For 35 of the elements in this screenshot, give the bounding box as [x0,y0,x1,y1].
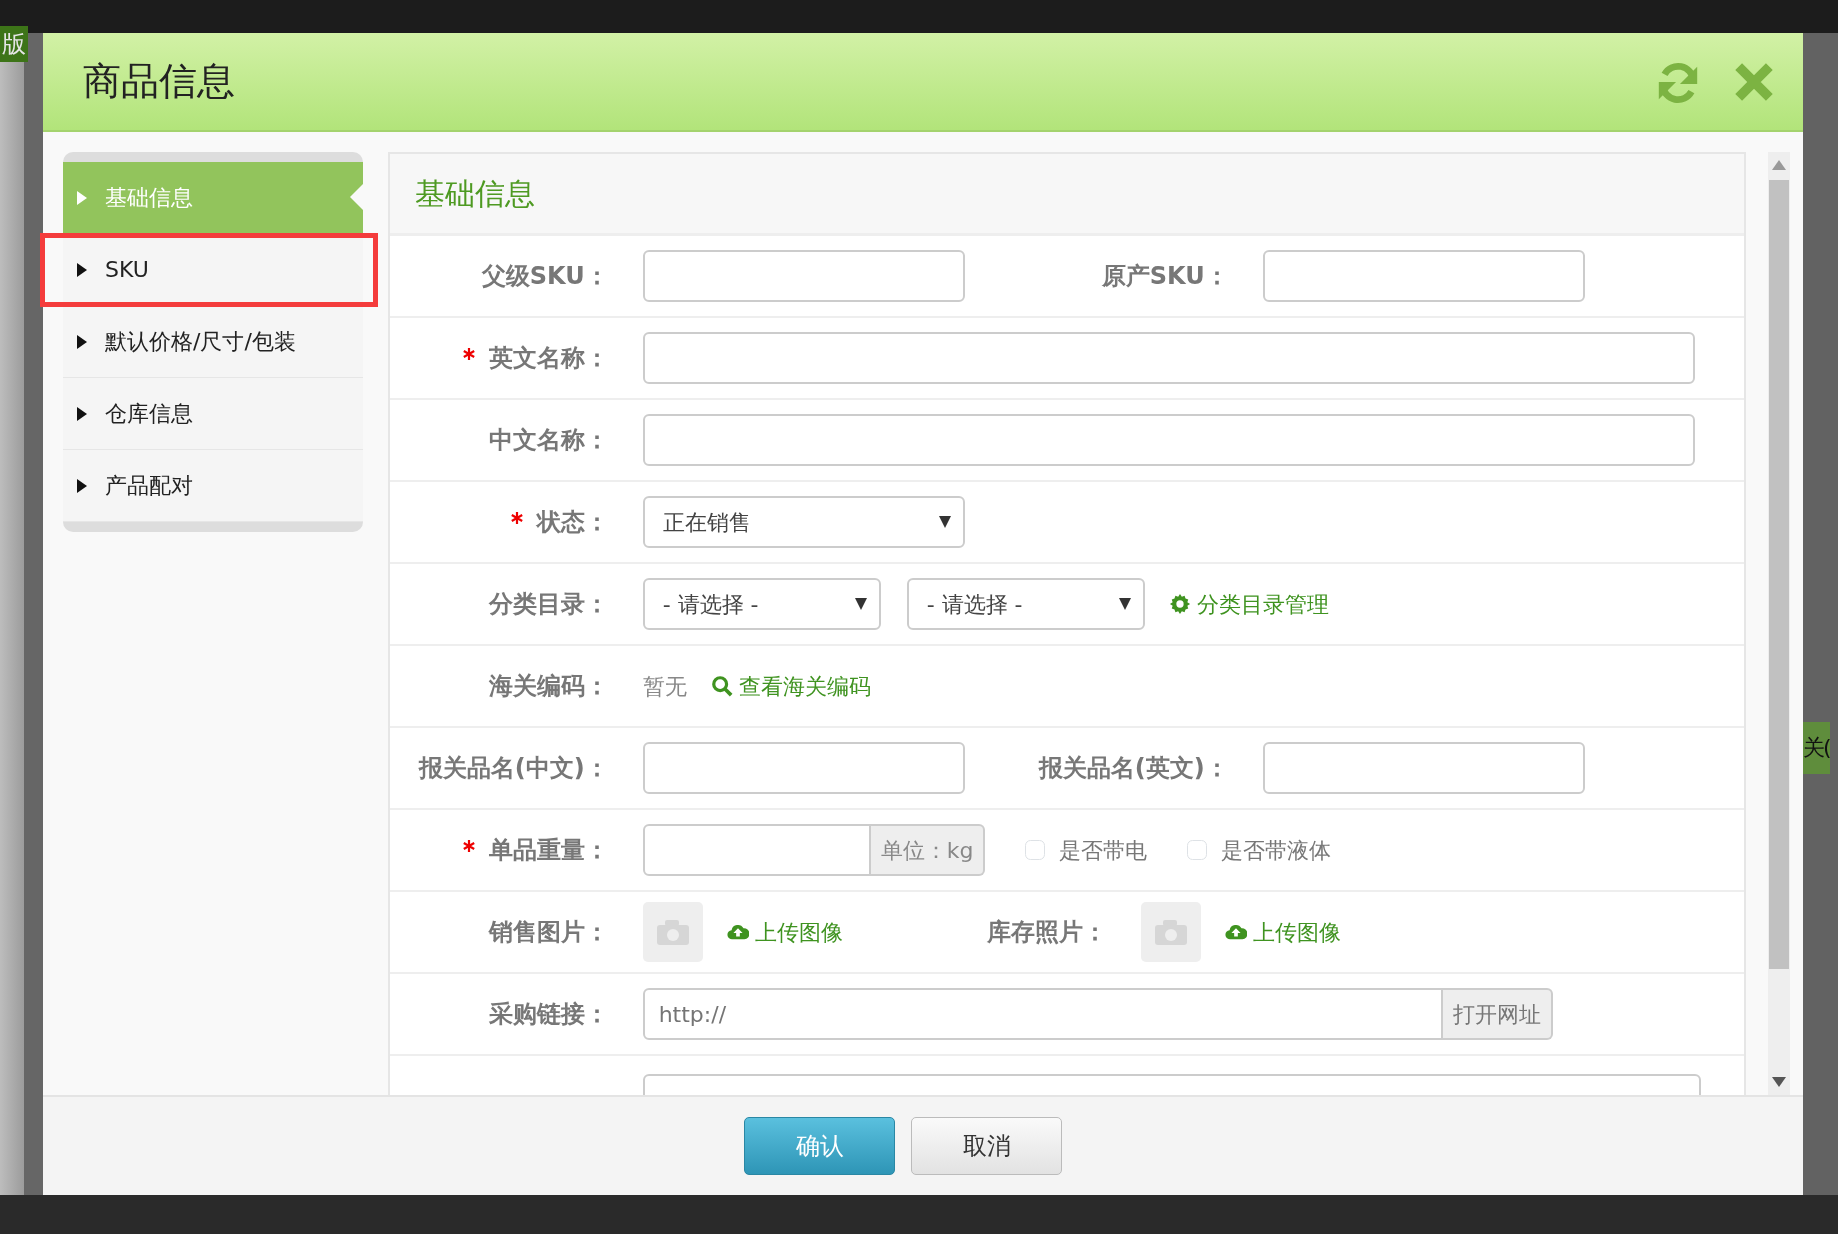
field-label: 销售图片： [488,917,609,948]
select-field[interactable]: 正在销售 [642,496,965,548]
nav-item[interactable]: SKU [63,234,363,306]
open-url-button[interactable]: 打开网址 [1442,988,1553,1040]
nav-item[interactable]: 默认价格/尺寸/包装 [63,306,363,378]
checkbox-label: 是否带电 [1059,836,1148,865]
field-label: 中文名称： [488,425,609,456]
field-value: 暂无 [642,672,687,701]
dialog-title: 商品信息 [83,58,236,105]
field-label: 父级SKU： [481,261,609,292]
section-title: 基础信息 [414,175,535,212]
field-label: 报关品名(英文)： [1038,753,1229,784]
field-label: 原产SKU： [1101,261,1229,292]
field-label: 报关品名(中文)： [418,753,609,784]
select-field[interactable]: - 请选择 - [642,578,881,630]
unit-addon: 单位：kg [870,824,986,876]
cancel-button[interactable]: 取消 [911,1117,1062,1175]
link[interactable]: 分类目录管理 [1168,587,1329,621]
background-text: 关( [1803,722,1830,774]
field-label: 英文名称： [488,343,609,374]
select-field[interactable]: - 请选择 - [906,578,1145,630]
field-label: 单品重量： [488,835,609,866]
field-label: 采购链接： [488,999,609,1030]
background-text: 版 [0,26,28,62]
field-label: 状态： [536,507,609,538]
link[interactable]: 上传图像 [726,915,843,949]
nav-item[interactable]: 仓库信息 [63,378,363,450]
field-label: 库存照片： [986,917,1107,948]
link[interactable]: 上传图像 [1224,915,1341,949]
checkbox-label: 是否带液体 [1221,836,1332,865]
field-label: 海关编码： [488,671,609,702]
field-label: 分类目录： [488,589,609,620]
link[interactable]: 查看海关编码 [710,669,871,703]
nav-item[interactable]: 产品配对 [63,450,363,522]
url-field[interactable]: http:// [642,988,1443,1040]
